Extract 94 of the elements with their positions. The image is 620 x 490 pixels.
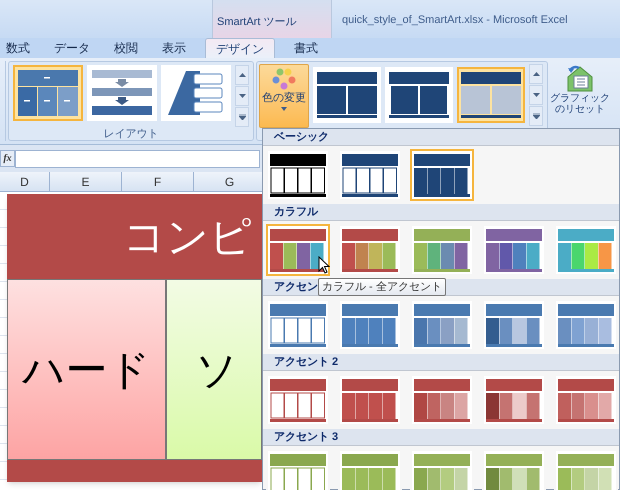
color-preview-icon — [558, 378, 614, 422]
mouse-cursor-icon — [318, 256, 330, 274]
color-preview-icon — [342, 378, 398, 422]
color-preview-icon — [270, 228, 326, 272]
layout-option[interactable] — [161, 65, 231, 121]
color-preview-icon — [414, 304, 470, 346]
color-preview-icon — [414, 378, 470, 422]
tooltip: カラフル - 全アクセント — [318, 278, 446, 296]
ribbon-tab[interactable]: 書式 — [289, 38, 323, 58]
group-label: レイアウト — [104, 128, 158, 141]
color-option[interactable] — [554, 449, 618, 490]
scroll-down-button[interactable] — [529, 85, 543, 105]
smartart-title: コンピ — [122, 212, 253, 262]
color-option[interactable] — [482, 374, 546, 426]
expand-icon — [238, 114, 246, 120]
window-title: quick_style_of_SmartArt.xlsx - Microsoft Excel — [341, 13, 568, 28]
scroll-down-button[interactable] — [235, 86, 249, 106]
color-preview-icon — [486, 454, 542, 490]
color-option[interactable] — [266, 224, 330, 276]
ribbon-tab[interactable]: データ — [49, 38, 95, 58]
color-option[interactable] — [410, 224, 474, 276]
color-preview-icon — [270, 304, 326, 346]
ribbon-tab[interactable]: デザイン — [205, 38, 275, 58]
down-arrow-icon — [532, 93, 540, 97]
ribbon-tab[interactable]: 校閲 — [109, 38, 143, 58]
formula-field[interactable] — [15, 150, 260, 168]
color-option[interactable] — [338, 149, 402, 201]
reset-graphic-button[interactable]: グラフィックのリセット — [550, 61, 610, 127]
ribbon-tab[interactable]: 数式 — [1, 38, 35, 58]
layout-option[interactable] — [13, 65, 83, 121]
color-option[interactable] — [266, 374, 330, 426]
function-label[interactable]: fx — [0, 150, 15, 167]
color-option[interactable] — [410, 449, 474, 490]
section-header: カラフル — [263, 204, 619, 221]
smartart-box: ソ — [166, 279, 262, 460]
color-preview-icon — [270, 454, 326, 490]
up-arrow-icon — [238, 73, 246, 77]
color-preview-icon — [342, 154, 398, 196]
color-preview-icon — [414, 154, 470, 196]
color-preview-icon — [558, 454, 614, 490]
style-preview-icon — [461, 72, 521, 118]
smartart-box: ハード — [7, 279, 166, 460]
color-preview-icon — [486, 378, 542, 422]
color-preview-icon — [558, 304, 614, 346]
color-preview-icon — [270, 154, 326, 196]
color-option[interactable] — [410, 149, 474, 201]
color-option[interactable] — [338, 299, 402, 351]
color-preview-icon — [486, 304, 542, 346]
color-preview-icon — [486, 228, 542, 272]
color-option[interactable] — [266, 149, 330, 201]
color-option[interactable] — [338, 224, 402, 276]
color-option[interactable] — [482, 299, 546, 351]
color-option[interactable] — [410, 374, 474, 426]
color-option[interactable] — [266, 299, 330, 351]
up-arrow-icon — [532, 72, 540, 76]
hierarchy-layout-icon — [18, 70, 78, 116]
color-option[interactable] — [554, 224, 618, 276]
section-header: ベーシック — [263, 129, 619, 146]
smartart-graphic[interactable]: コンピ ハード ソ — [7, 194, 262, 482]
style-option[interactable] — [313, 67, 381, 123]
style-preview-icon — [317, 72, 377, 118]
color-option[interactable] — [554, 374, 618, 426]
expand-icon — [532, 113, 540, 119]
ribbon-tab[interactable]: 表示 — [157, 38, 191, 58]
style-preview-icon — [389, 72, 449, 118]
scroll-up-button[interactable] — [529, 64, 543, 84]
section-header: アクセント 3 — [263, 429, 619, 446]
color-option[interactable] — [338, 374, 402, 426]
color-preview-icon — [342, 454, 398, 490]
change-colors-button[interactable]: 色の変更 — [259, 64, 309, 128]
more-button[interactable] — [529, 106, 543, 126]
color-option[interactable] — [338, 449, 402, 490]
color-preview-icon — [342, 304, 398, 346]
section-header: アクセント 2 — [263, 354, 619, 371]
style-option[interactable] — [457, 67, 525, 123]
color-preview-icon — [270, 378, 326, 422]
color-preview-icon — [342, 228, 398, 272]
scroll-up-button[interactable] — [235, 65, 249, 85]
color-option[interactable] — [482, 224, 546, 276]
dropdown-arrow-icon — [281, 106, 287, 110]
color-preview-icon — [414, 454, 470, 490]
more-button[interactable] — [235, 107, 249, 127]
context-tab-header: SmartArt ツール — [212, 0, 332, 38]
color-preview-icon — [414, 228, 470, 272]
color-option[interactable] — [266, 449, 330, 490]
color-option[interactable] — [410, 299, 474, 351]
style-option[interactable] — [385, 67, 453, 123]
layout-option[interactable] — [87, 65, 157, 121]
palette-icon — [272, 68, 296, 90]
color-option[interactable] — [482, 449, 546, 490]
color-option[interactable] — [554, 299, 618, 351]
color-preview-icon — [558, 228, 614, 272]
down-arrow-icon — [238, 94, 246, 98]
process-layout-icon — [92, 70, 152, 116]
